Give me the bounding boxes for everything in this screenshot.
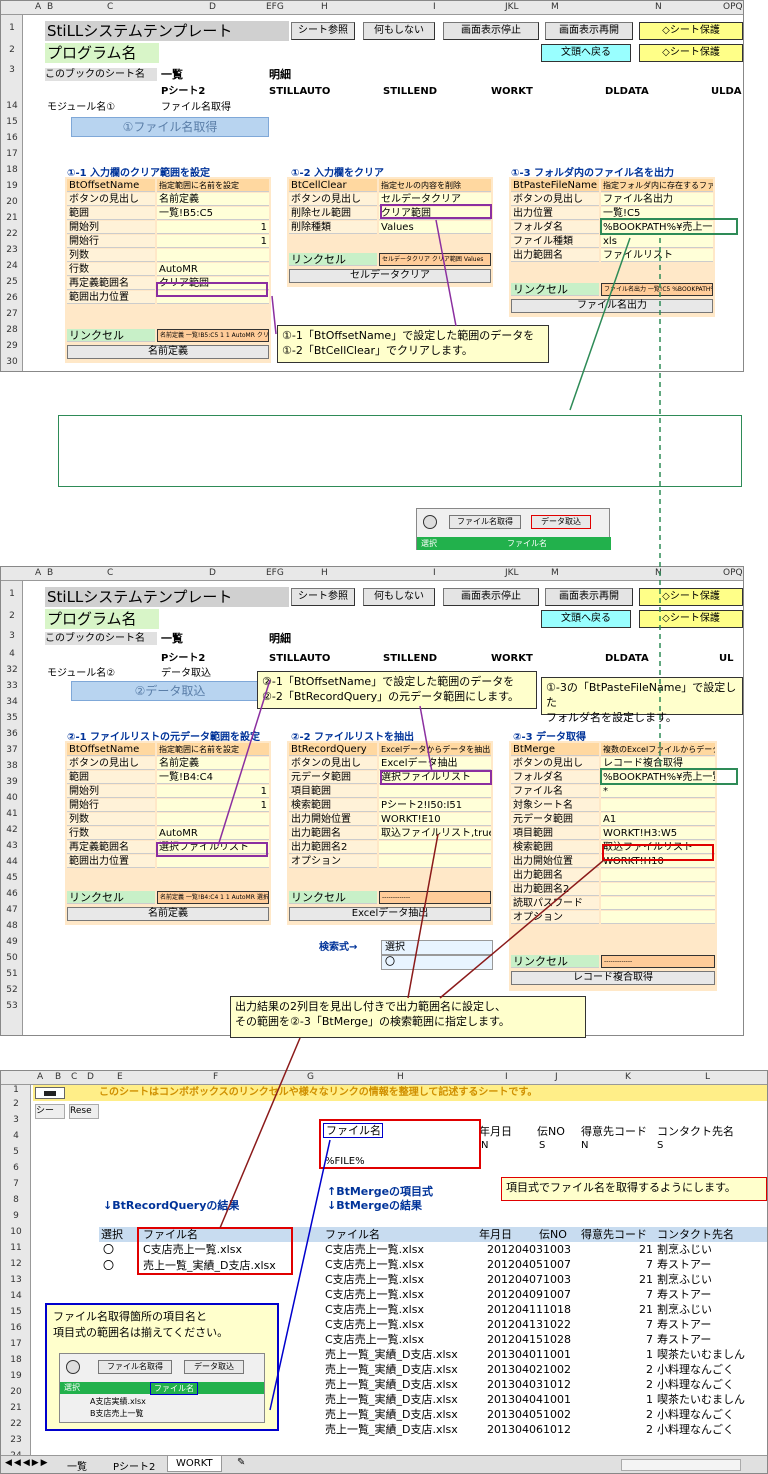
arrow-purple-2a xyxy=(217,679,271,847)
arrow-purple-1a xyxy=(271,295,277,335)
arrow-purple-1b xyxy=(435,219,457,327)
arrow-purple-2b xyxy=(419,705,433,773)
arrow-red-1 xyxy=(407,833,439,999)
arrow-red-3 xyxy=(219,1037,301,1229)
arrow-green-1 xyxy=(569,237,631,411)
arrow-red-2 xyxy=(439,859,605,999)
connector-overlay xyxy=(217,219,661,1411)
arrow-blue xyxy=(269,1139,331,1411)
